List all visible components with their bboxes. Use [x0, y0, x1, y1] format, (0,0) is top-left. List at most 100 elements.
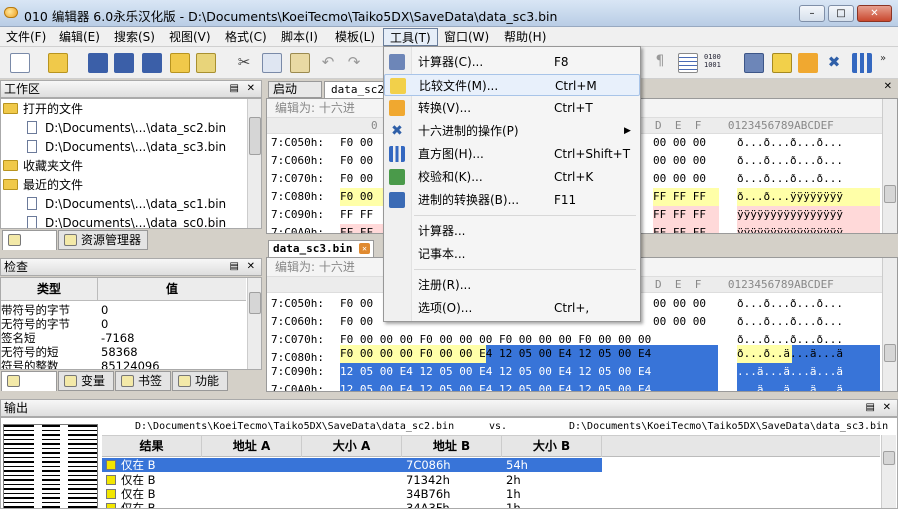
binary-icon[interactable]: 0100 1001 [704, 53, 724, 73]
hex-bytes[interactable]: FF FF [340, 206, 373, 224]
inspector-value[interactable]: 0 [101, 317, 108, 331]
ascii-text[interactable]: ð...ð..ä...ä...ä [737, 345, 843, 363]
ascii-text[interactable]: ð...ð...ð...ð... [737, 134, 843, 152]
tab-bookmarks[interactable]: 书签 [115, 371, 171, 391]
close-button[interactable]: ✕ [857, 5, 892, 22]
tab-data-sc3[interactable]: data_sc3.bin ✕ [268, 240, 374, 257]
maximize-button[interactable]: □ [828, 5, 854, 22]
result-cell[interactable]: 仅在 B [121, 501, 156, 508]
menu-script[interactable]: 脚本(I) [275, 28, 324, 46]
hex-bytes[interactable]: FF FF [340, 224, 384, 233]
menu-item-options[interactable]: 选项(O)... Ctrl+, [384, 297, 640, 319]
ascii-text[interactable]: ð...ð...ð...ð... [737, 313, 843, 331]
size-b-cell[interactable]: 2h [506, 473, 521, 487]
address-b-cell[interactable]: 34A3Fh [406, 501, 450, 508]
editor2-scrollbar[interactable] [882, 258, 897, 391]
minimize-button[interactable]: – [799, 5, 825, 22]
close-tab-icon[interactable]: ✕ [359, 243, 370, 254]
tree-item-file[interactable]: D:\Documents\...\data_sc2.bin [27, 119, 226, 138]
menu-window[interactable]: 窗口(W) [438, 28, 495, 46]
inspector-col-type[interactable]: 类型 [1, 278, 98, 301]
menu-item-notepad[interactable]: 记事本... [384, 243, 640, 265]
tab-data-sc2[interactable]: data_sc2 [324, 81, 384, 98]
tree-item-file[interactable]: D:\Documents\...\data_sc0.bin [27, 214, 226, 228]
compare-icon[interactable] [772, 53, 792, 73]
menu-search[interactable]: 搜索(S) [108, 28, 161, 46]
result-cell[interactable]: 仅在 B [121, 473, 156, 487]
workspace-scrollbar[interactable] [247, 99, 261, 228]
open-folder-icon[interactable] [48, 53, 68, 73]
hex-bytes[interactable]: 00 00 00 [653, 295, 706, 313]
histogram-icon[interactable] [852, 53, 872, 73]
hex-bytes[interactable]: F0 00 [340, 188, 384, 206]
close-panel-icon[interactable]: ✕ [883, 400, 891, 416]
columns-icon[interactable] [678, 53, 698, 73]
undo-icon[interactable]: ↶ [318, 53, 338, 73]
close-panel-icon[interactable]: ✕ [247, 259, 255, 275]
ascii-text[interactable]: ÿÿÿÿÿÿÿÿÿÿÿÿÿÿÿÿ [737, 206, 880, 224]
ascii-text[interactable]: ÿÿÿÿÿÿÿÿÿÿÿÿÿÿÿÿ [737, 224, 880, 233]
hex-bytes[interactable]: F0 00 [340, 295, 373, 313]
menu-item-hex-operations[interactable]: ✖ 十六进制的操作(P) ▶ [384, 120, 640, 142]
hex-bytes[interactable]: F0 00 [340, 152, 373, 170]
menu-item-compare-files[interactable]: 比较文件(M)... Ctrl+M [384, 74, 640, 96]
hex-bytes[interactable]: 00 00 00 [653, 313, 706, 331]
difference-map[interactable] [3, 424, 98, 508]
menu-template[interactable]: 模板(L) [329, 28, 381, 46]
tree-item-recent[interactable]: 最近的文件 [3, 176, 83, 195]
tab-variables[interactable]: 变量 [58, 371, 114, 391]
toolbar-overflow-icon[interactable]: » [880, 53, 894, 73]
output-scrollbar[interactable] [881, 435, 896, 508]
hex-bytes[interactable]: FF FF FF [653, 206, 719, 224]
hex-bytes[interactable]: 00 00 00 [653, 170, 706, 188]
open-recent-icon[interactable] [170, 53, 190, 73]
inspector-value[interactable]: -7168 [101, 331, 134, 345]
menu-item-base-converter[interactable]: 进制的转换器(B)... F11 [384, 189, 640, 211]
address-b-cell[interactable]: 71342h [406, 473, 450, 487]
tab-auto[interactable]: 自动 [1, 371, 57, 391]
tree-item-file[interactable]: D:\Documents\...\data_sc1.bin [27, 195, 226, 214]
ascii-text[interactable]: ...ä...ä...ä...ä [737, 381, 843, 391]
hex-bytes[interactable]: F0 00 00 00 F0 00 00 E4 12 05 00 E4 12 0… [340, 345, 651, 363]
menu-file[interactable]: 文件(F) [0, 28, 52, 46]
edit-as-label[interactable]: 编辑为: 十六进 [275, 258, 355, 277]
hex-operations-icon[interactable]: ✖ [824, 53, 844, 73]
tab-startup[interactable]: 启动 [268, 81, 322, 98]
menu-item-register[interactable]: 注册(R)... [384, 274, 640, 296]
tree-item-favorites[interactable]: 收藏夹文件 [3, 157, 83, 176]
inspector-scrollbar[interactable] [247, 278, 261, 369]
convert-icon[interactable] [798, 53, 818, 73]
paragraph-icon[interactable]: ¶ [650, 53, 670, 73]
menu-item-system-calculator[interactable]: 计算器... [384, 220, 640, 242]
pin-icon[interactable]: ▤ [230, 81, 239, 97]
close-file-icon[interactable] [196, 53, 216, 73]
col-address-b[interactable]: 地址 B [402, 435, 502, 457]
hex-bytes[interactable]: F0 00 [340, 134, 373, 152]
inspector-value[interactable]: 0 [101, 303, 108, 317]
ascii-text[interactable]: ð...ð...ð...ð... [737, 152, 843, 170]
size-b-cell[interactable]: 1h [506, 501, 521, 508]
cut-icon[interactable]: ✂ [234, 53, 254, 73]
col-address-a[interactable]: 地址 A [202, 435, 302, 457]
menu-format[interactable]: 格式(C) [219, 28, 273, 46]
ascii-text[interactable]: ...ä...ä...ä...ä [737, 363, 843, 381]
result-cell[interactable]: 仅在 B [121, 487, 156, 501]
size-b-cell[interactable]: 1h [506, 487, 521, 501]
inspector-col-value[interactable]: 值 [98, 278, 246, 301]
menu-view[interactable]: 视图(V) [163, 28, 217, 46]
menu-tools[interactable]: 工具(T) [383, 28, 438, 46]
copy-icon[interactable] [262, 53, 282, 73]
save-as-icon[interactable] [114, 53, 134, 73]
ascii-text[interactable]: ð...ð...ð...ð... [737, 170, 843, 188]
hex-bytes[interactable]: 12 05 00 E4 12 05 00 E4 12 05 00 E4 12 0… [340, 363, 651, 381]
pin-icon[interactable]: ▤ [866, 400, 875, 416]
menu-item-histogram[interactable]: 直方图(H)... Ctrl+Shift+T [384, 143, 640, 165]
tree-item-open-files[interactable]: 打开的文件 [3, 100, 83, 119]
menu-item-checksum[interactable]: 校验和(K)... Ctrl+K [384, 166, 640, 188]
tree-item-file[interactable]: D:\Documents\...\data_sc3.bin [27, 138, 226, 157]
menu-item-calculator[interactable]: 计算器(C)... F8 [384, 51, 640, 73]
paste-icon[interactable] [290, 53, 310, 73]
menu-help[interactable]: 帮助(H) [498, 28, 552, 46]
hex-bytes[interactable]: FF FF FF [653, 188, 719, 206]
hex-bytes[interactable]: 12 05 00 E4 12 05 00 E4 12 05 00 E4 12 0… [340, 381, 651, 391]
